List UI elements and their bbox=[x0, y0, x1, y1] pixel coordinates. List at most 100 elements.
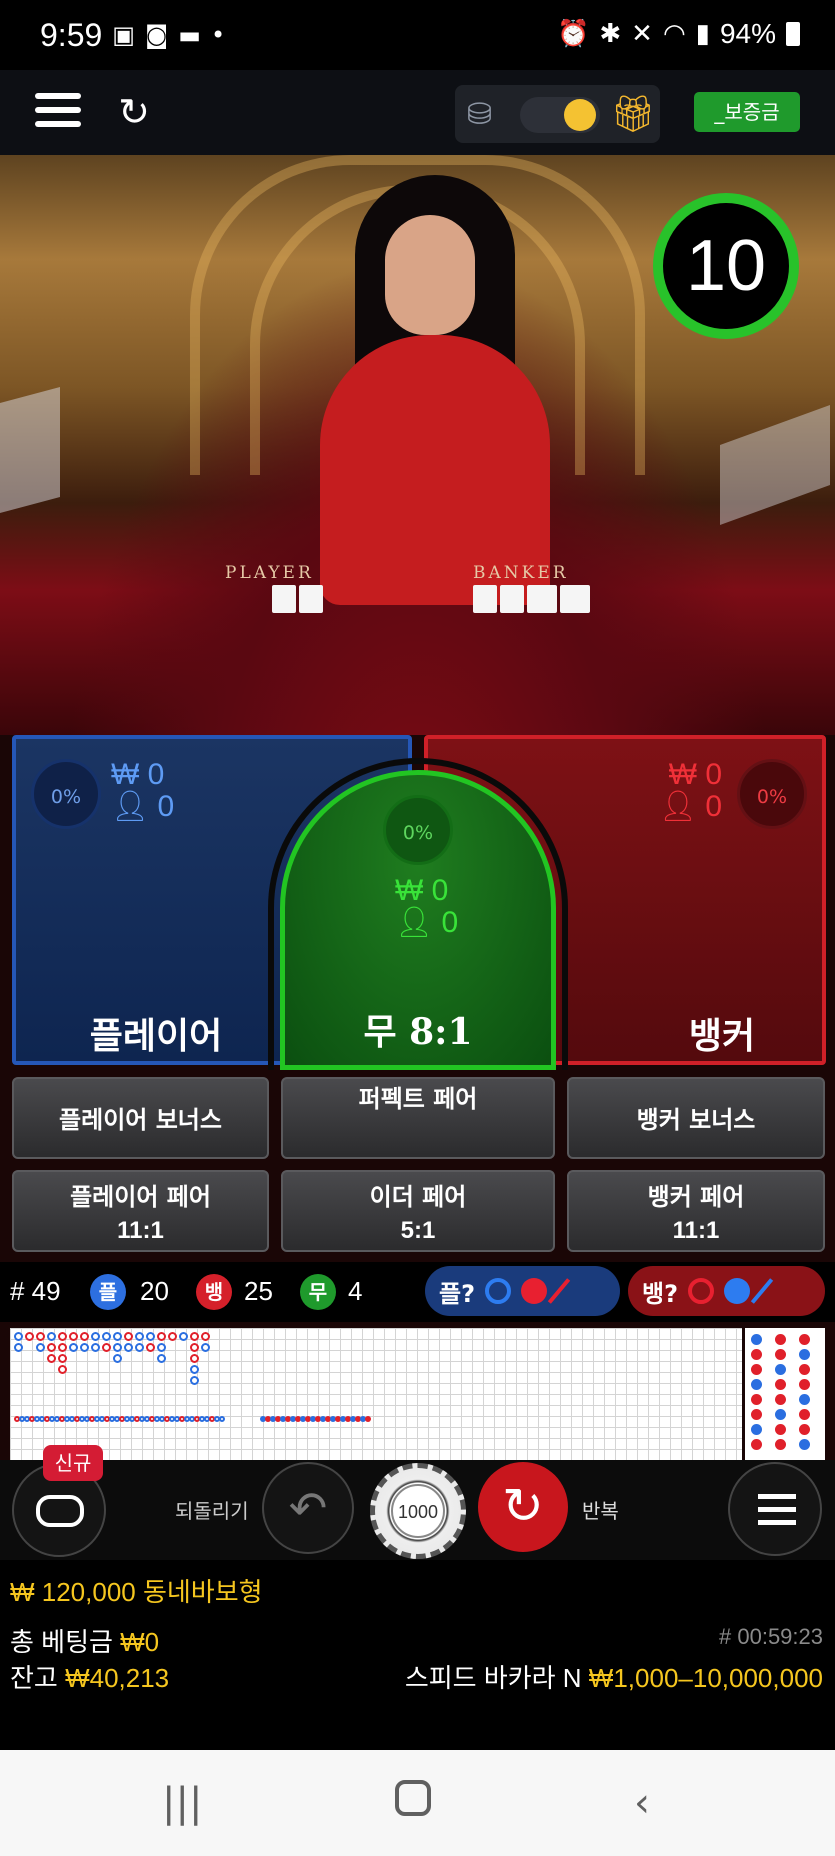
player-pair-odds: 11:1 bbox=[117, 1217, 164, 1244]
repeat-button[interactable]: ↻ bbox=[478, 1462, 568, 1552]
player-ask-button[interactable]: 플? bbox=[425, 1266, 620, 1316]
chat-bubble-icon bbox=[36, 1495, 84, 1527]
tie-bet-spot[interactable]: 0% ₩ 0 👤︎ 0 무 8:1 bbox=[280, 770, 556, 1070]
road-mark bbox=[179, 1332, 188, 1341]
undo-icon: ↶ bbox=[288, 1481, 328, 1535]
road-mark bbox=[799, 1424, 810, 1435]
card-shoe-left bbox=[0, 386, 60, 514]
road-mark bbox=[751, 1424, 762, 1435]
road-mark bbox=[190, 1365, 199, 1374]
either-pair-odds: 5:1 bbox=[400, 1217, 436, 1244]
road-mark bbox=[775, 1424, 786, 1435]
banker-cards bbox=[473, 585, 593, 617]
mute-icon: ✕ bbox=[631, 19, 653, 49]
android-nav-bar: ||| ‹ bbox=[0, 1750, 835, 1856]
player-bonus-button[interactable]: 플레이어 보너스 bbox=[12, 1077, 269, 1159]
banker-bonus-button[interactable]: 뱅커 보너스 bbox=[567, 1077, 825, 1159]
road-mark bbox=[146, 1332, 155, 1341]
signal-icon: ▮ bbox=[695, 19, 710, 49]
road-mark bbox=[58, 1332, 67, 1341]
list-icon bbox=[758, 1494, 796, 1525]
chip-selector[interactable]: 1000 bbox=[370, 1463, 466, 1559]
road-mark bbox=[751, 1364, 762, 1375]
perfect-pair-button[interactable]: 퍼펙트 페어 bbox=[281, 1077, 555, 1159]
player-table-label: PLAYER bbox=[225, 563, 314, 583]
ask-slash-icon bbox=[750, 1278, 774, 1304]
bet-info-panel: ₩ 120,000 동네바보형 총 베팅금 ₩0 잔고 ₩40,213 # 00… bbox=[0, 1560, 835, 1750]
battery-icon bbox=[786, 22, 800, 46]
big-road-scoreboard[interactable] bbox=[745, 1328, 825, 1460]
banker-badge: 뱅 bbox=[196, 1274, 232, 1310]
road-mark bbox=[799, 1379, 810, 1390]
road-mark bbox=[190, 1354, 199, 1363]
road-mark bbox=[775, 1439, 786, 1450]
banker-label: 뱅커 bbox=[688, 1016, 756, 1057]
banker-wins: 25 bbox=[244, 1276, 273, 1306]
dot-icon: • bbox=[210, 21, 226, 49]
road-mark bbox=[113, 1354, 122, 1363]
chat-icon: ▬ bbox=[178, 21, 201, 49]
coins-icon[interactable]: ⛁ bbox=[467, 97, 492, 132]
road-mark bbox=[168, 1332, 177, 1341]
banker-pair-button[interactable]: 뱅커 페어 11:1 bbox=[567, 1170, 825, 1252]
currency-icon: ₩ bbox=[395, 874, 424, 907]
back-icon[interactable]: ‹ bbox=[634, 1780, 650, 1826]
road-mark bbox=[80, 1332, 89, 1341]
stats-row: # 49 플 20 뱅 25 무 4 플? 뱅? bbox=[0, 1262, 835, 1322]
balance: 잔고 ₩40,213 bbox=[10, 1663, 170, 1693]
status-bar: 9:59 ▣ ◙ ▬ • ⏰ ✱ ✕ ◠ ▮ 94% bbox=[0, 0, 835, 70]
ask-circle-icon bbox=[688, 1278, 715, 1304]
sound-toggle-panel: ⛁ 🎁︎ bbox=[455, 85, 660, 143]
road-mark bbox=[775, 1394, 786, 1405]
chip-toggle[interactable] bbox=[520, 97, 600, 133]
road-mark bbox=[36, 1343, 45, 1352]
deposit-button[interactable]: _보증금 bbox=[694, 92, 800, 132]
banker-percent: 0% bbox=[737, 759, 807, 829]
road-mark bbox=[219, 1416, 225, 1422]
banker-ask-button[interactable]: 뱅? bbox=[628, 1266, 825, 1316]
road-mark bbox=[751, 1334, 762, 1345]
clock: 9:59 bbox=[40, 16, 103, 53]
road-mark bbox=[113, 1332, 122, 1341]
bead-road-scoreboard[interactable] bbox=[10, 1328, 742, 1460]
game-menu-button[interactable] bbox=[728, 1462, 822, 1556]
road-mark bbox=[146, 1343, 155, 1352]
chip-value: 1000 bbox=[391, 1484, 445, 1538]
table-limits: 스피드 바카라 N ₩1,000–10,000,000 bbox=[404, 1663, 823, 1693]
top-bar: ↻ ⛁ 🎁︎ _보증금 bbox=[0, 70, 835, 155]
road-mark bbox=[775, 1379, 786, 1390]
road-mark bbox=[14, 1332, 23, 1341]
round-id: # 00:59:23 bbox=[719, 1624, 823, 1649]
road-mark bbox=[124, 1343, 133, 1352]
repeat-label: 반복 bbox=[582, 1499, 619, 1523]
road-mark bbox=[80, 1343, 89, 1352]
road-mark bbox=[91, 1332, 100, 1341]
banker-table-label: BANKER bbox=[473, 563, 569, 583]
home-icon[interactable] bbox=[395, 1780, 431, 1816]
tie-amount: ₩ 0 bbox=[395, 874, 449, 907]
player-percent: 0% bbox=[31, 759, 101, 829]
road-mark bbox=[14, 1343, 23, 1352]
reload-icon[interactable]: ↻ bbox=[112, 90, 156, 134]
gift-icon[interactable]: 🎁︎ bbox=[610, 93, 656, 135]
player-pair-button[interactable]: 플레이어 페어 11:1 bbox=[12, 1170, 269, 1252]
menu-icon[interactable] bbox=[35, 93, 81, 129]
either-pair-button[interactable]: 이더 페어 5:1 bbox=[281, 1170, 555, 1252]
road-mark bbox=[47, 1343, 56, 1352]
banker-pair-odds: 11:1 bbox=[672, 1217, 720, 1244]
recent-apps-icon[interactable]: ||| bbox=[162, 1780, 202, 1826]
road-mark bbox=[69, 1332, 78, 1341]
road-mark bbox=[157, 1343, 166, 1352]
new-badge: 신규 bbox=[43, 1445, 103, 1481]
road-mark bbox=[201, 1332, 210, 1341]
road-mark bbox=[47, 1354, 56, 1363]
player-cards bbox=[272, 585, 326, 617]
undo-button[interactable]: ↶ bbox=[262, 1462, 354, 1554]
road-mark bbox=[799, 1334, 810, 1345]
player-badge: 플 bbox=[90, 1274, 126, 1310]
road-mark bbox=[91, 1343, 100, 1352]
ask-circle-icon bbox=[485, 1278, 512, 1304]
wifi-icon: ◠ bbox=[662, 19, 686, 49]
road-mark bbox=[113, 1343, 122, 1352]
road-mark bbox=[799, 1349, 810, 1360]
